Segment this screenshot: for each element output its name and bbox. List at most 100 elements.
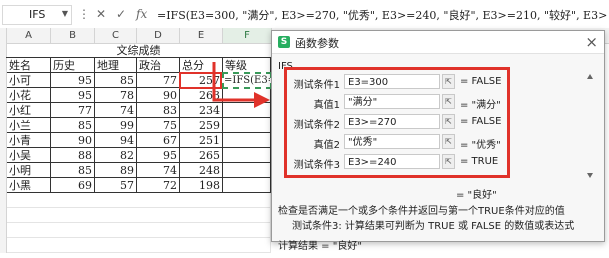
calculation-result: 计算结果 = "良好" bbox=[278, 241, 362, 252]
cell-politics[interactable]: 72 bbox=[137, 178, 180, 193]
column-header-c[interactable]: C bbox=[95, 28, 137, 43]
header-cell-politics[interactable]: 政治 bbox=[137, 58, 180, 73]
cell-grade[interactable] bbox=[223, 118, 271, 133]
cell-history[interactable]: 85 bbox=[51, 118, 95, 133]
row-header[interactable] bbox=[0, 133, 7, 148]
cell-grade[interactable] bbox=[223, 133, 271, 148]
cell-geography[interactable]: 85 bbox=[95, 73, 137, 88]
cell-geography[interactable]: 89 bbox=[95, 163, 137, 178]
row-header[interactable] bbox=[0, 208, 7, 223]
empty-row[interactable] bbox=[7, 208, 271, 223]
row-header[interactable] bbox=[0, 178, 7, 193]
cell-politics[interactable]: 77 bbox=[137, 73, 180, 88]
param-input[interactable]: "满分" bbox=[344, 94, 440, 109]
cell-grade[interactable] bbox=[223, 178, 271, 193]
row-header[interactable] bbox=[0, 118, 7, 133]
cell-name[interactable]: 小青 bbox=[7, 133, 51, 148]
param-label: 测试条件3 bbox=[293, 160, 340, 171]
column-header-b[interactable]: B bbox=[51, 28, 95, 43]
param-input[interactable]: E3>=240 bbox=[344, 154, 440, 169]
cell-politics[interactable]: 95 bbox=[137, 148, 180, 163]
cell-total[interactable]: 265 bbox=[180, 148, 223, 163]
cell-politics[interactable]: 67 bbox=[137, 133, 180, 148]
collapse-dialog-icon[interactable]: ⇱ bbox=[442, 94, 455, 109]
parameter-scrollbar[interactable] bbox=[586, 73, 594, 179]
name-box-value: IFS bbox=[29, 8, 46, 21]
row-header[interactable] bbox=[0, 58, 7, 73]
function-arguments-dialog: S 函数参数 × IFS 测试条件1 E3=300 ⇱ = FALSE 真值1 … bbox=[271, 30, 605, 252]
cell-name[interactable]: 小吴 bbox=[7, 148, 51, 163]
param-label: 真值1 bbox=[313, 100, 340, 111]
header-cell-name[interactable]: 姓名 bbox=[7, 58, 51, 73]
column-header-e[interactable]: E bbox=[180, 28, 223, 43]
empty-row[interactable] bbox=[7, 238, 271, 253]
row-header[interactable] bbox=[0, 73, 7, 88]
cell-total[interactable]: 251 bbox=[180, 133, 223, 148]
column-header-d[interactable]: D bbox=[137, 28, 180, 43]
param-result: = FALSE bbox=[460, 116, 502, 127]
name-box[interactable]: IFS ▼ bbox=[2, 5, 72, 25]
cell-history[interactable]: 85 bbox=[51, 163, 95, 178]
cell-name[interactable]: 小黑 bbox=[7, 178, 51, 193]
cell-politics[interactable]: 90 bbox=[137, 88, 180, 103]
cell-total[interactable]: 198 bbox=[180, 178, 223, 193]
dialog-title-bar[interactable]: S 函数参数 × bbox=[272, 31, 604, 54]
confirm-icon[interactable]: ✓ bbox=[116, 7, 126, 21]
function-icon[interactable]: fx bbox=[136, 7, 147, 21]
column-header-a[interactable]: A bbox=[7, 28, 51, 43]
cell-politics[interactable]: 74 bbox=[137, 163, 180, 178]
cell-geography[interactable]: 99 bbox=[95, 118, 137, 133]
cell-geography[interactable]: 94 bbox=[95, 133, 137, 148]
cell-grade[interactable] bbox=[223, 148, 271, 163]
collapse-dialog-icon[interactable]: ⇱ bbox=[442, 134, 455, 149]
cell-name[interactable]: 小花 bbox=[7, 88, 51, 103]
row-header[interactable] bbox=[0, 163, 7, 178]
param-input[interactable]: E3=300 bbox=[344, 74, 440, 89]
cell-politics[interactable]: 75 bbox=[137, 118, 180, 133]
empty-row[interactable] bbox=[7, 193, 271, 208]
cell-geography[interactable]: 78 bbox=[95, 88, 137, 103]
row-header[interactable] bbox=[0, 238, 7, 253]
empty-row[interactable] bbox=[7, 223, 271, 238]
param-row-condition3: 测试条件3 E3>=240 ⇱ = TRUE bbox=[282, 153, 578, 171]
column-header-f[interactable]: F bbox=[223, 28, 272, 43]
cell-total[interactable]: 259 bbox=[180, 118, 223, 133]
cell-history[interactable]: 90 bbox=[51, 133, 95, 148]
cell-history[interactable]: 95 bbox=[51, 73, 95, 88]
header-cell-history[interactable]: 历史 bbox=[51, 58, 95, 73]
formula-input[interactable]: =IFS(E3=300, "满分", E3>=270, "优秀", E3>=24… bbox=[157, 7, 607, 23]
cell-history[interactable]: 95 bbox=[51, 88, 95, 103]
cell-history[interactable]: 77 bbox=[51, 103, 95, 118]
cell-geography[interactable]: 57 bbox=[95, 178, 137, 193]
cell-total[interactable]: 248 bbox=[180, 163, 223, 178]
cell-history[interactable]: 88 bbox=[51, 148, 95, 163]
cell-grade[interactable] bbox=[223, 163, 271, 178]
param-input[interactable]: "优秀" bbox=[344, 134, 440, 149]
collapse-dialog-icon[interactable]: ⇱ bbox=[442, 154, 455, 169]
close-icon[interactable]: × bbox=[585, 33, 598, 51]
header-cell-geography[interactable]: 地理 bbox=[95, 58, 137, 73]
row-header[interactable] bbox=[0, 148, 7, 163]
collapse-dialog-icon[interactable]: ⇱ bbox=[442, 74, 455, 89]
table-title[interactable]: 文综成绩 bbox=[6, 43, 271, 58]
param-row-value2: 真值2 "优秀" ⇱ = "优秀" bbox=[282, 133, 578, 151]
cell-politics[interactable]: 83 bbox=[137, 103, 180, 118]
overall-result: = "良好" bbox=[456, 190, 497, 201]
param-input[interactable]: E3>=270 bbox=[344, 114, 440, 129]
cell-history[interactable]: 69 bbox=[51, 178, 95, 193]
cell-name[interactable]: 小可 bbox=[7, 73, 51, 88]
collapse-dialog-icon[interactable]: ⇱ bbox=[442, 114, 455, 129]
cell-geography[interactable]: 82 bbox=[95, 148, 137, 163]
cell-name[interactable]: 小兰 bbox=[7, 118, 51, 133]
cell-name[interactable]: 小明 bbox=[7, 163, 51, 178]
cell-geography[interactable]: 74 bbox=[95, 103, 137, 118]
row-header[interactable] bbox=[0, 223, 7, 238]
row-header[interactable] bbox=[0, 103, 7, 118]
param-row-value1: 真值1 "满分" ⇱ = "满分" bbox=[282, 93, 578, 111]
cell-name[interactable]: 小红 bbox=[7, 103, 51, 118]
chevron-down-icon[interactable]: ▼ bbox=[62, 9, 68, 18]
select-all-corner[interactable] bbox=[0, 28, 7, 43]
row-header[interactable] bbox=[0, 88, 7, 103]
cancel-icon[interactable]: ✕ bbox=[96, 7, 106, 21]
row-header[interactable] bbox=[0, 193, 7, 208]
